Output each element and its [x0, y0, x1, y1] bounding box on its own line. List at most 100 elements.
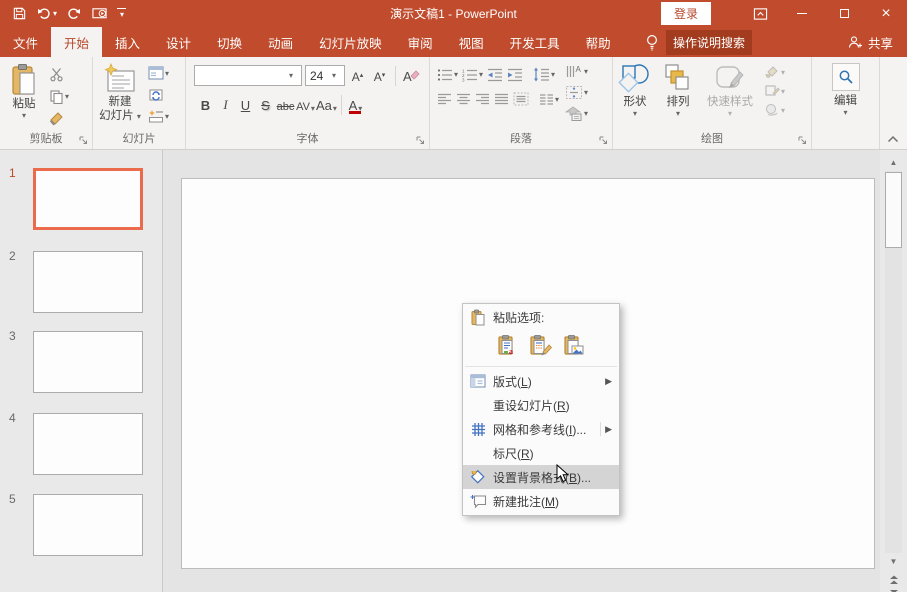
- collapse-ribbon-button[interactable]: [887, 135, 899, 143]
- ribbon-display-options-button[interactable]: [739, 0, 781, 27]
- scrollbar-thumb[interactable]: [885, 172, 902, 248]
- change-case-button[interactable]: Aa▾: [316, 95, 337, 115]
- arrange-button[interactable]: 排列 ▾: [657, 57, 699, 149]
- copy-button[interactable]: ▾: [48, 88, 70, 105]
- slide-5-thumbnail[interactable]: [33, 494, 143, 556]
- character-spacing-button[interactable]: AV▾: [296, 95, 315, 115]
- numbering-button[interactable]: 123 ▾: [461, 67, 484, 83]
- shapes-button[interactable]: 形状 ▾: [613, 57, 657, 149]
- tab-review[interactable]: 审阅: [395, 27, 446, 57]
- paste-use-destination-theme-button[interactable]: a: [495, 332, 521, 358]
- format-painter-button[interactable]: [48, 110, 70, 127]
- save-button[interactable]: [12, 6, 27, 21]
- justify-button[interactable]: [493, 92, 510, 107]
- quick-styles-button[interactable]: 快速样式 ▾: [699, 57, 761, 149]
- clipboard-dialog-launcher[interactable]: [79, 136, 88, 145]
- distribute-text-button[interactable]: [512, 91, 530, 107]
- editing-button[interactable]: 编辑 ▾: [832, 57, 860, 149]
- undo-dropdown-arrow[interactable]: ▾: [53, 9, 57, 18]
- italic-button[interactable]: I: [216, 95, 235, 115]
- font-name-dropdown-arrow[interactable]: ▾: [289, 72, 293, 80]
- close-button[interactable]: ×: [865, 0, 907, 27]
- tab-developer[interactable]: 开发工具: [497, 27, 573, 57]
- scroll-up-button[interactable]: ▲: [885, 154, 902, 171]
- new-slide-button[interactable]: 新建 幻灯片 ▾: [93, 57, 147, 149]
- section-button[interactable]: ▾: [147, 108, 170, 124]
- drawing-dialog-launcher[interactable]: [798, 136, 807, 145]
- align-text-button[interactable]: ▾: [564, 84, 589, 101]
- decrease-indent-button[interactable]: [486, 67, 504, 83]
- clear-formatting-button[interactable]: A: [402, 66, 421, 86]
- convert-smartart-button[interactable]: ▾: [564, 105, 589, 122]
- increase-font-size-button[interactable]: A▴: [348, 66, 367, 86]
- bold-button[interactable]: B: [196, 95, 215, 115]
- align-right-button[interactable]: [474, 92, 491, 107]
- minimize-button[interactable]: [781, 0, 823, 27]
- titlebar: 演示文稿1 - PowerPoint ▾: [0, 0, 907, 27]
- tab-view[interactable]: 视图: [446, 27, 497, 57]
- tab-insert[interactable]: 插入: [102, 27, 153, 57]
- undo-button[interactable]: ▾: [36, 6, 57, 21]
- redo-button[interactable]: [66, 6, 82, 21]
- arrange-label: 排列: [667, 95, 690, 109]
- font-name-combo[interactable]: ▾: [194, 65, 302, 86]
- ribbon-display-options-icon: [753, 7, 768, 21]
- align-center-button[interactable]: [455, 92, 472, 107]
- customize-qat-button[interactable]: ▾: [117, 8, 126, 19]
- font-color-button[interactable]: A▾: [346, 95, 365, 115]
- decrease-font-size-button[interactable]: A▾: [370, 66, 389, 86]
- start-slideshow-button[interactable]: [91, 6, 108, 21]
- menu-item-grid-and-guides[interactable]: 网格和参考线(I)... ▶: [463, 417, 619, 441]
- maximize-button[interactable]: [823, 0, 865, 27]
- tab-animations[interactable]: 动画: [255, 27, 306, 57]
- text-direction-button[interactable]: A ▾: [564, 63, 589, 80]
- slide-2-thumbnail[interactable]: [33, 251, 143, 313]
- shape-outline-button[interactable]: ▾: [763, 83, 786, 99]
- signin-button[interactable]: 登录: [661, 2, 711, 25]
- columns-button[interactable]: ▾: [538, 92, 560, 107]
- menu-item-new-comment[interactable]: 新建批注(M): [463, 489, 619, 513]
- slide-4-thumbnail[interactable]: [33, 413, 143, 475]
- font-size-input[interactable]: [306, 67, 330, 84]
- tab-design[interactable]: 设计: [153, 27, 204, 57]
- font-size-dropdown-arrow[interactable]: ▾: [332, 72, 336, 80]
- line-spacing-button[interactable]: ▾: [532, 66, 556, 83]
- cut-button[interactable]: [48, 66, 70, 83]
- menu-item-format-background[interactable]: 设置背景格式(B)...: [463, 465, 619, 489]
- menu-item-layout[interactable]: 版式(L) ▶: [463, 369, 619, 393]
- magnifier-icon: [838, 69, 854, 85]
- tell-me-search-box[interactable]: 操作说明搜索: [666, 30, 752, 55]
- slide-1-thumbnail[interactable]: [33, 168, 143, 230]
- reset-slide-button[interactable]: [147, 86, 170, 103]
- share-button[interactable]: 共享: [848, 33, 893, 52]
- tab-help[interactable]: 帮助: [573, 27, 624, 57]
- character-spacing-arrow: ▾: [311, 105, 315, 113]
- paste-as-picture-button[interactable]: [561, 332, 587, 358]
- tab-slideshow[interactable]: 幻灯片放映: [306, 27, 395, 57]
- menu-item-ruler[interactable]: 标尺(R): [463, 441, 619, 465]
- increase-indent-button[interactable]: [506, 67, 524, 83]
- underline-button[interactable]: U: [236, 95, 255, 115]
- menu-item-reset-slide[interactable]: 重设幻灯片(R): [463, 393, 619, 417]
- tab-transitions[interactable]: 切换: [204, 27, 255, 57]
- paste-button[interactable]: 粘贴 ▾: [0, 57, 48, 149]
- paste-keep-source-formatting-button[interactable]: [528, 332, 554, 358]
- font-dialog-launcher[interactable]: [416, 136, 425, 145]
- strikethrough-button[interactable]: abc: [276, 95, 295, 115]
- editing-label: 编辑: [834, 94, 857, 108]
- text-shadow-button[interactable]: S: [256, 95, 275, 115]
- tab-home[interactable]: 开始: [51, 27, 102, 57]
- previous-slide-button[interactable]: [885, 573, 902, 586]
- layout-button[interactable]: ▾: [147, 65, 170, 81]
- bullets-button[interactable]: ▾: [436, 67, 459, 83]
- font-name-input[interactable]: [195, 67, 287, 84]
- paragraph-dialog-launcher[interactable]: [599, 136, 608, 145]
- slide-3-thumbnail[interactable]: [33, 331, 143, 393]
- font-size-combo[interactable]: ▾: [305, 65, 345, 86]
- tab-file[interactable]: 文件: [0, 27, 51, 57]
- shape-fill-button[interactable]: ▾: [763, 64, 786, 80]
- align-left-button[interactable]: [436, 92, 453, 107]
- scroll-down-button[interactable]: ▼: [885, 553, 902, 570]
- next-slide-button[interactable]: [885, 587, 902, 592]
- shape-effects-button[interactable]: ▾: [763, 102, 786, 118]
